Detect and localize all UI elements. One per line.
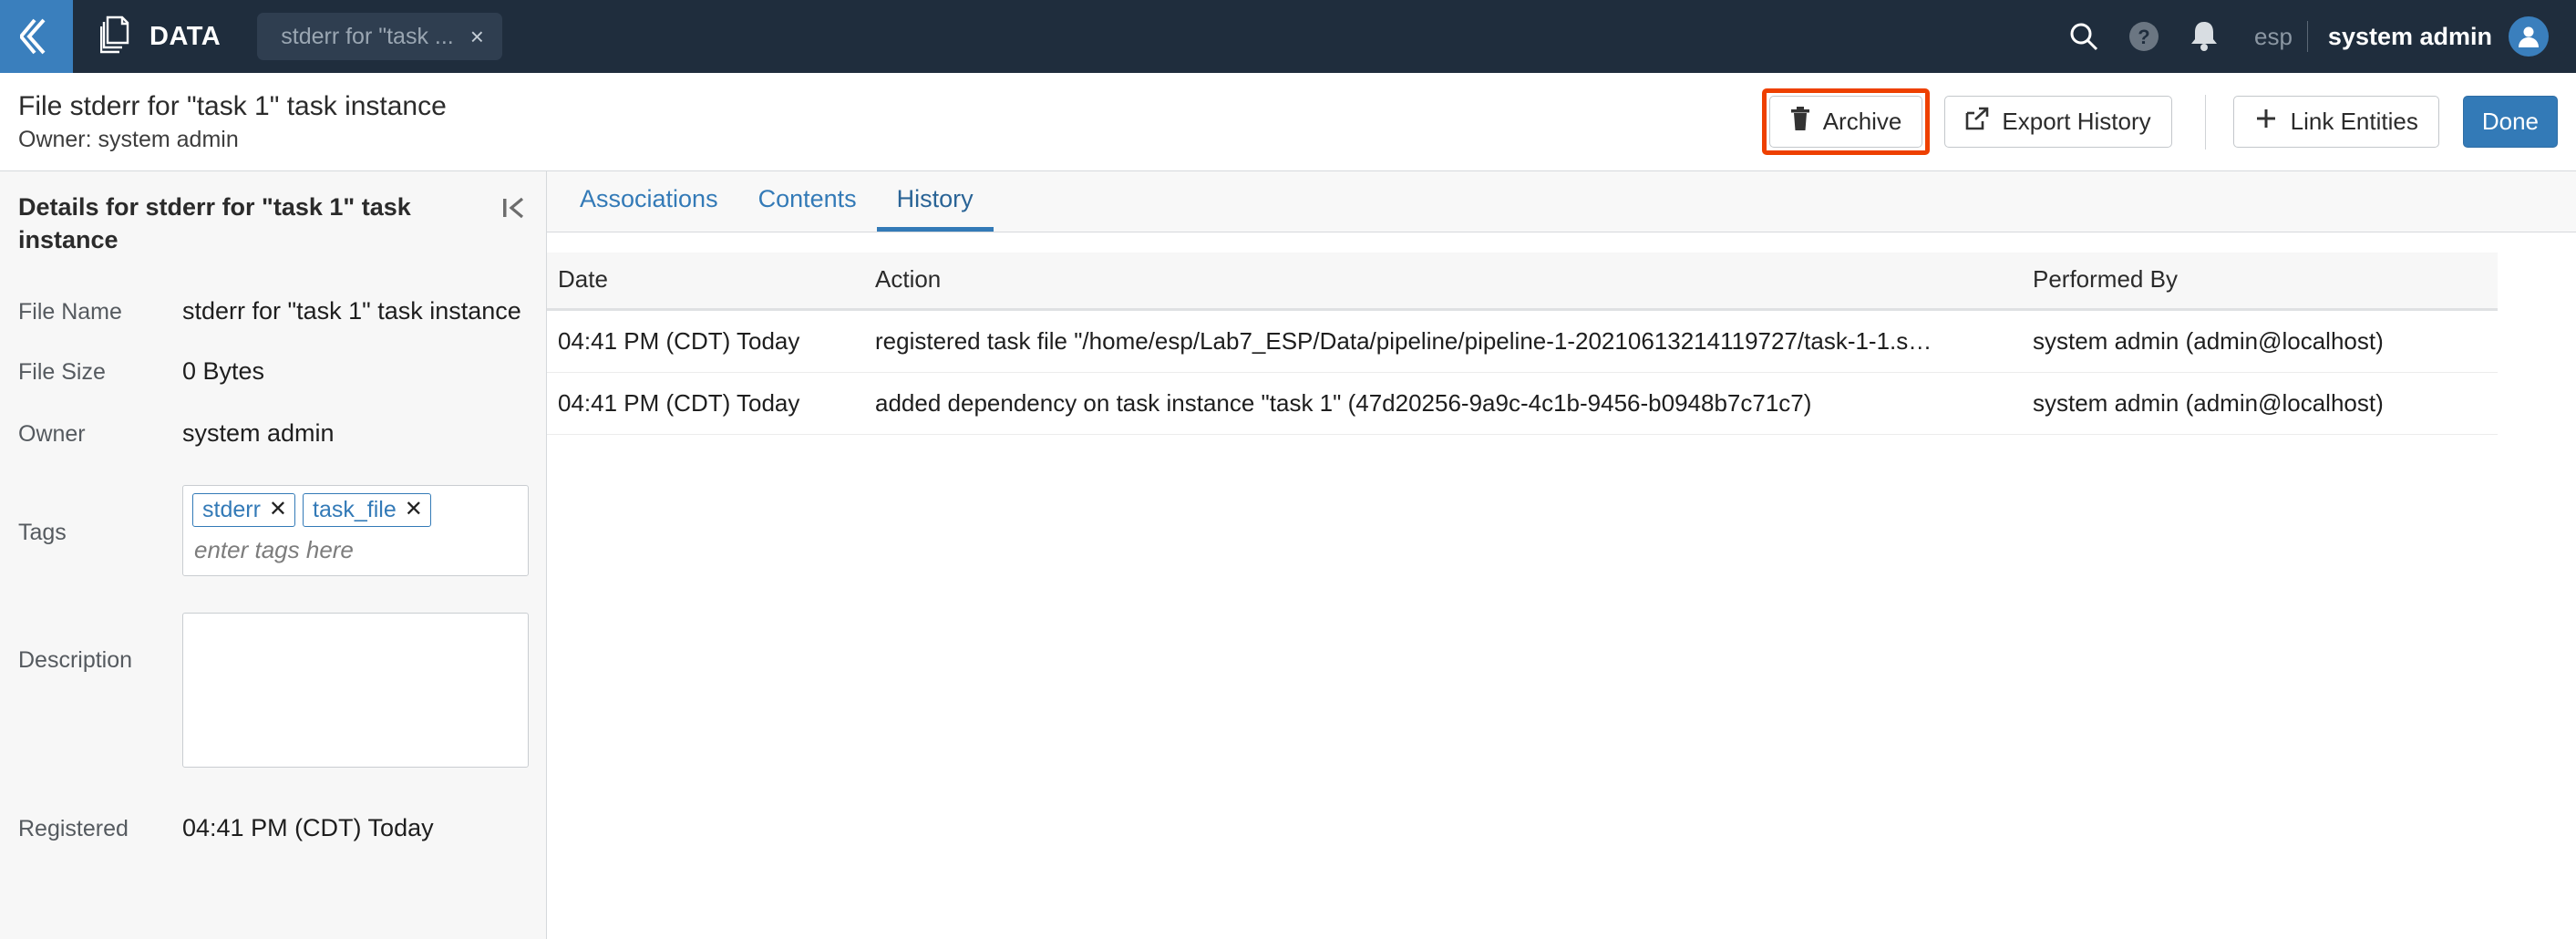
page-header-actions: Archive Export History Link Entities Don… — [1761, 88, 2576, 155]
chevron-double-left-icon — [20, 16, 53, 57]
top-navigation-bar: DATA stderr for "task ... × ? esp system… — [0, 0, 2576, 73]
topbar-divider — [2306, 21, 2308, 52]
tab-associations[interactable]: Associations — [560, 171, 738, 232]
table-header-row: Date Action Performed By — [547, 253, 2498, 311]
plus-icon — [2254, 107, 2278, 137]
bell-icon[interactable] — [2174, 0, 2234, 73]
tags-input[interactable] — [192, 535, 519, 564]
field-owner-label: Owner — [18, 420, 86, 447]
open-tab-stderr[interactable]: stderr for "task ... × — [257, 13, 502, 60]
actions-divider — [2204, 94, 2206, 150]
tab-history-label: History — [896, 185, 974, 212]
field-file-size-label: File Size — [18, 358, 106, 385]
link-entities-button-label: Link Entities — [2290, 108, 2418, 135]
archive-button-label: Archive — [1822, 108, 1902, 135]
done-button[interactable]: Done — [2462, 96, 2558, 148]
table-row[interactable]: 04:41 PM (CDT) Today added dependency on… — [547, 372, 2498, 435]
field-description: Description — [0, 612, 546, 777]
column-header-action[interactable]: Action — [866, 253, 2024, 311]
tags-box[interactable]: stderr ✕ task_file ✕ — [182, 484, 529, 576]
history-table-body: 04:41 PM (CDT) Today registered task fil… — [547, 309, 2498, 435]
close-icon[interactable]: × — [470, 25, 484, 48]
history-table-wrapper: Date Action Performed By 04:41 PM (CDT) … — [547, 232, 2576, 435]
tag-chip-label: stderr — [202, 496, 261, 522]
page-owner-subtitle: Owner: system admin — [18, 126, 239, 152]
cell-performed-by: system admin (admin@localhost) — [2024, 309, 2498, 373]
field-file-size-value: 0 Bytes — [182, 356, 265, 385]
user-name-label[interactable]: system admin — [2328, 23, 2492, 51]
field-registered: Registered 04:41 PM (CDT) Today — [0, 812, 546, 845]
field-registered-value: 04:41 PM (CDT) Today — [182, 814, 434, 842]
tab-history[interactable]: History — [876, 171, 994, 232]
field-file-size: File Size 0 Bytes — [0, 356, 546, 388]
content-panel: Associations Contents History Date Actio… — [547, 171, 2576, 939]
link-entities-button[interactable]: Link Entities — [2232, 96, 2439, 148]
field-file-name-value: stderr for "task 1" task instance — [182, 296, 521, 325]
details-panel: Details for stderr for "task 1" task ins… — [0, 171, 547, 939]
page-header: File stderr for "task 1" task instance O… — [0, 73, 2576, 171]
svg-text:?: ? — [2138, 26, 2149, 48]
tag-chip[interactable]: stderr ✕ — [192, 492, 296, 527]
search-icon[interactable] — [2054, 0, 2114, 73]
description-textarea[interactable] — [182, 612, 529, 768]
app-data-section[interactable]: DATA — [73, 0, 246, 73]
help-circle-icon[interactable]: ? — [2114, 0, 2174, 73]
back-button[interactable] — [0, 0, 73, 73]
app-label: DATA — [149, 21, 222, 51]
history-table: Date Action Performed By 04:41 PM (CDT) … — [547, 253, 2498, 435]
field-file-name-label: File Name — [18, 298, 122, 325]
field-registered-label: Registered — [18, 816, 129, 842]
done-button-label: Done — [2481, 108, 2539, 135]
cell-action: registered task file "/home/esp/Lab7_ESP… — [866, 309, 2024, 373]
archive-button[interactable]: Archive — [1768, 96, 1923, 148]
tag-chip[interactable]: task_file ✕ — [303, 492, 431, 527]
tag-chip-label: task_file — [313, 496, 397, 522]
trash-icon — [1790, 106, 1810, 138]
export-history-button[interactable]: Export History — [1944, 96, 2172, 148]
field-file-name: File Name stderr for "task 1" task insta… — [0, 295, 546, 328]
field-tags: Tags stderr ✕ task_file ✕ — [0, 484, 546, 576]
stacked-documents-icon — [99, 15, 135, 58]
collapse-left-icon[interactable] — [502, 195, 526, 225]
cell-action: added dependency on task instance "task … — [866, 372, 2024, 435]
column-header-date[interactable]: Date — [547, 253, 866, 311]
external-link-icon — [1965, 107, 1989, 137]
field-owner-value: system admin — [182, 418, 335, 447]
tab-contents-label: Contents — [757, 185, 857, 212]
details-panel-title: Details for stderr for "task 1" task ins… — [18, 193, 411, 253]
remove-tag-icon[interactable]: ✕ — [269, 498, 287, 521]
user-avatar-icon[interactable] — [2509, 16, 2549, 57]
details-panel-header: Details for stderr for "task 1" task ins… — [0, 171, 546, 257]
page-header-titles: File stderr for "task 1" task instance O… — [0, 89, 447, 155]
history-table-head: Date Action Performed By — [547, 253, 2498, 311]
field-tags-label: Tags — [18, 519, 67, 545]
field-description-value — [182, 612, 529, 777]
field-tags-value: stderr ✕ task_file ✕ — [182, 484, 529, 576]
remove-tag-icon[interactable]: ✕ — [405, 498, 423, 521]
tenant-label[interactable]: esp — [2254, 23, 2293, 51]
cell-date: 04:41 PM (CDT) Today — [547, 372, 866, 435]
tag-chip-list: stderr ✕ task_file ✕ — [192, 492, 519, 527]
export-history-button-label: Export History — [2002, 108, 2151, 135]
body-wrapper: Details for stderr for "task 1" task ins… — [0, 171, 2576, 939]
cell-performed-by: system admin (admin@localhost) — [2024, 372, 2498, 435]
field-owner: Owner system admin — [0, 418, 546, 450]
tab-associations-label: Associations — [580, 185, 718, 212]
tab-contents[interactable]: Contents — [738, 171, 877, 232]
cell-date: 04:41 PM (CDT) Today — [547, 309, 866, 373]
topbar-right-cluster: ? esp system admin — [2054, 0, 2576, 73]
column-header-performed-by[interactable]: Performed By — [2024, 253, 2498, 311]
table-row[interactable]: 04:41 PM (CDT) Today registered task fil… — [547, 309, 2498, 373]
page-title: File stderr for "task 1" task instance — [18, 90, 447, 121]
content-tabbar: Associations Contents History — [547, 171, 2576, 232]
archive-button-highlight: Archive — [1761, 88, 1931, 155]
field-description-label: Description — [18, 646, 133, 673]
open-tab-label: stderr for "task ... — [281, 23, 454, 49]
